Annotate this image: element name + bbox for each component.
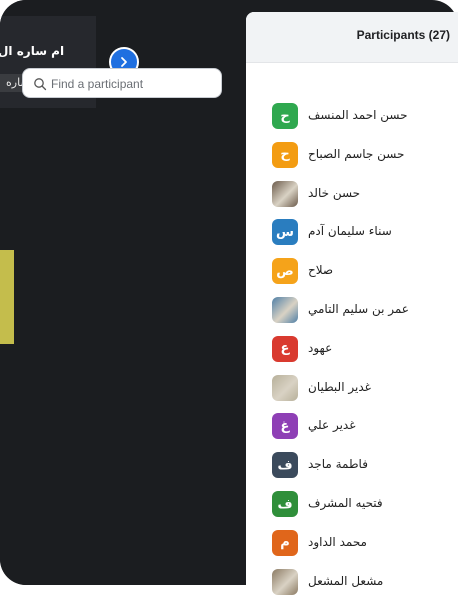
participant-name: عهود	[308, 340, 333, 355]
participant-initial-avatar: س	[272, 219, 298, 246]
participant-row[interactable]: مشعل المشعل	[270, 565, 458, 603]
participant-initial-avatar: ف	[272, 491, 298, 517]
participant-name: غدير البطيان	[308, 379, 371, 394]
participant-row[interactable]: غ غدير علي	[270, 409, 458, 448]
participant-initial-avatar: م	[272, 529, 298, 556]
shared-content-edge	[0, 250, 14, 344]
tile-participant-name: ام ساره ال	[0, 44, 65, 58]
panel-header: Participants (27)	[246, 12, 458, 63]
participant-initial-avatar: ص	[272, 258, 298, 285]
participant-photo-avatar	[272, 374, 298, 401]
participant-row[interactable]: عمر بن سليم التامي	[270, 293, 458, 332]
participant-initial-avatar: ف	[272, 452, 298, 479]
chevron-right-icon	[121, 57, 127, 67]
participant-photo-avatar	[272, 568, 298, 595]
participant-name: حسن احمد المنسف	[308, 108, 408, 122]
participant-photo-avatar	[272, 297, 298, 323]
participant-name: سناء سليمان آدم	[308, 224, 392, 239]
participant-row[interactable]: ح حسن جاسم الصباح	[270, 138, 458, 177]
search-input[interactable]	[51, 75, 211, 93]
participant-row[interactable]: حسن خالد	[270, 177, 458, 216]
participant-row[interactable]: ص صلاح	[270, 254, 458, 293]
participant-name: صلاح	[308, 263, 334, 278]
participant-initial-avatar: ح	[272, 141, 298, 168]
participant-search-box[interactable]	[22, 68, 222, 98]
participant-row[interactable]: ف فاطمة ماجد	[270, 448, 458, 487]
participant-row[interactable]: ع عهود	[270, 332, 458, 371]
panel-title: Participants (27)	[356, 28, 450, 42]
participant-name: حسن خالد	[308, 185, 361, 200]
participant-row[interactable]: ف فتحيه المشرف	[270, 487, 458, 526]
participant-name: فتحيه المشرف	[308, 496, 383, 510]
search-icon	[34, 78, 47, 91]
participant-initial-avatar: ح	[272, 103, 298, 129]
participant-name: حسن جاسم الصباح	[308, 146, 405, 161]
participant-name: محمد الداود	[308, 534, 367, 549]
participant-row[interactable]: س سناء سليمان آدم	[270, 215, 458, 254]
participant-photo-avatar	[272, 180, 298, 207]
participant-name: غدير علي	[308, 418, 356, 433]
participant-row[interactable]: غدير البطيان	[270, 371, 458, 410]
participant-row[interactable]: م محمد الداود	[270, 526, 458, 565]
participant-name: مشعل المشعل	[308, 573, 384, 588]
participant-row[interactable]: ح حسن احمد المنسف	[270, 99, 458, 138]
participant-initial-avatar: ع	[272, 335, 298, 362]
participant-name: عمر بن سليم التامي	[308, 302, 409, 316]
participant-name: فاطمة ماجد	[308, 457, 368, 472]
participant-initial-avatar: غ	[272, 413, 298, 440]
